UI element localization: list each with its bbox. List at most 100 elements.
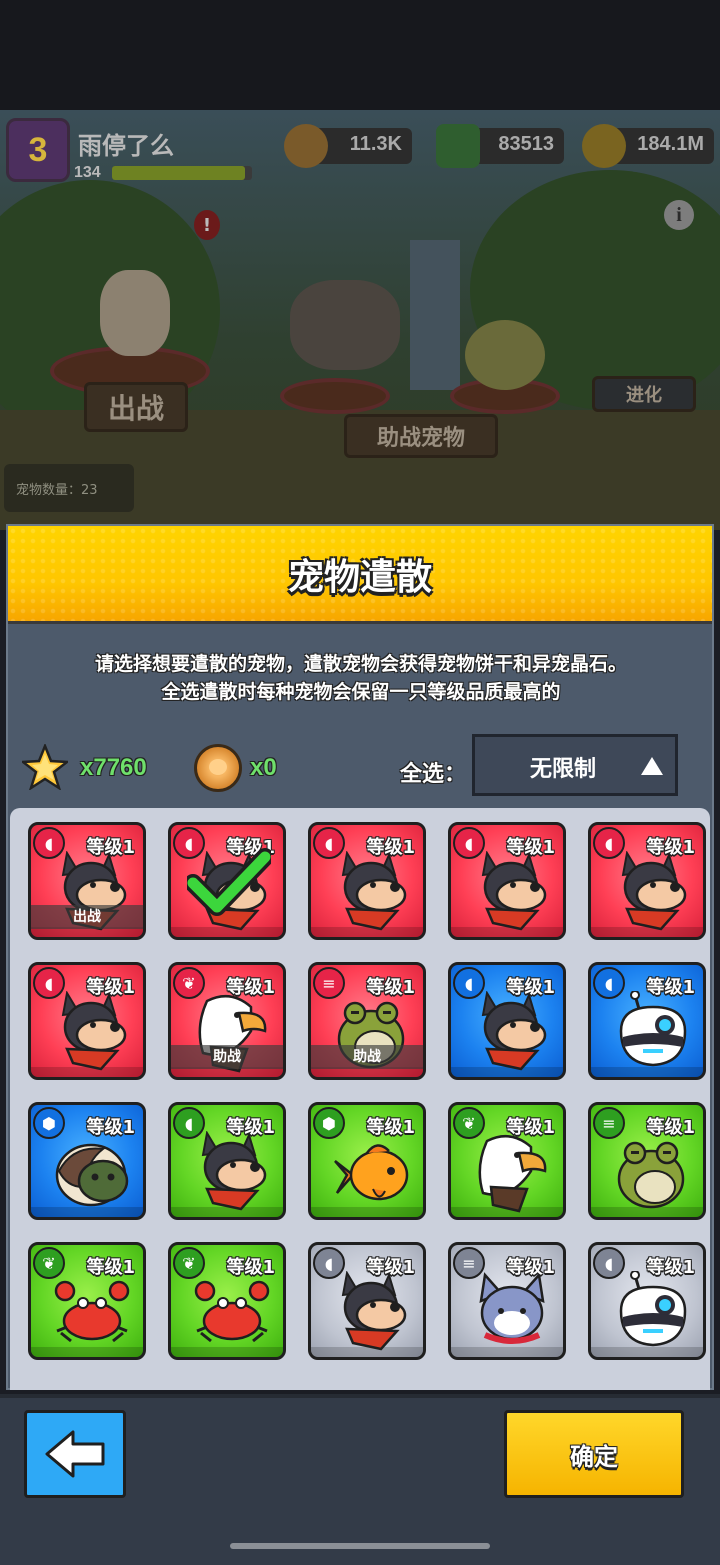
pet-card[interactable]: ◖ 等级1: [588, 962, 706, 1080]
pet-card[interactable]: ◖ 等级1: [448, 962, 566, 1080]
pet-card[interactable]: ◖ 等级1: [168, 1102, 286, 1220]
pet-count: 宠物数量：23: [4, 464, 134, 512]
xp-bar-fill: [112, 166, 245, 180]
dog-paw-icon: ◖: [173, 1107, 205, 1139]
pet-card[interactable]: ◖ 等级1: [168, 822, 286, 940]
dog-paw-icon: ◖: [313, 1247, 345, 1279]
gold-coin-icon: [582, 124, 626, 168]
building: [410, 240, 460, 390]
pet-status-tag: 助战: [311, 1045, 423, 1069]
fight-button[interactable]: 出战: [84, 382, 188, 432]
select-all-value: 无限制: [529, 757, 596, 782]
triangle-up-icon: [641, 757, 663, 775]
evolve-label: 进化: [626, 385, 662, 406]
bird-icon: ❦: [33, 1247, 65, 1279]
scene-eagle: [290, 280, 400, 370]
resource-gem[interactable]: 83513: [436, 124, 564, 168]
pet-level-label: 等级1: [646, 1117, 695, 1138]
dialog-description: 请选择想要遣散的宠物，遣散宠物会获得宠物饼干和异宠晶石。 全选遣散时每种宠物会保…: [18, 650, 704, 706]
home-indicator[interactable]: [230, 1543, 490, 1549]
cookie-coin-icon: [284, 124, 328, 168]
currency-row: x7760 x0 全选： 无限制: [8, 734, 712, 798]
pet-level-label: 等级1: [366, 1117, 415, 1138]
pet-card[interactable]: ❦ 等级1: [168, 1242, 286, 1360]
eagle-pet-icon: [473, 1131, 551, 1213]
info-icon[interactable]: i: [664, 200, 694, 230]
pet-level-label: 等级1: [506, 977, 555, 998]
dog-pet-icon: [613, 850, 691, 933]
pet-card[interactable]: ◖ 等级1: [448, 822, 566, 940]
dog-paw-icon: ◖: [313, 827, 345, 859]
dog-pet-icon: [333, 850, 411, 933]
pet-stump-middle: [280, 378, 390, 414]
pet-level-label: 等级1: [646, 1257, 695, 1278]
resource-gold[interactable]: 184.1M: [582, 124, 714, 168]
fight-button-label: 出战: [107, 392, 164, 425]
dialog-header: 宠物遣散: [8, 526, 712, 624]
pet-card[interactable]: ◖ 等级1: [308, 822, 426, 940]
pet-level-label: 等级1: [506, 1117, 555, 1138]
checkmark-icon: [184, 847, 274, 917]
resource-cookie-value: 11.3K: [349, 133, 402, 155]
pet-list-panel[interactable]: ◖ 等级1 出战 ◖ 等级1 ◖ 等级1 ◖ 等级1 ◖ 等级1 ◖ 等级1 ❦ 等级1 助战 ≡ 等级1 助战 ◖ 等…: [10, 808, 710, 1390]
resource-gem-value: 83513: [498, 133, 554, 155]
pet-level-label: 等级1: [226, 1257, 275, 1278]
pet-card[interactable]: ◖ 等级1: [28, 962, 146, 1080]
dog-paw-icon: ◖: [593, 1247, 625, 1279]
pet-card[interactable]: ◖ 等级1 出战: [28, 822, 146, 940]
pet-card[interactable]: ⬢ 等级1: [308, 1102, 426, 1220]
pet-level-label: 等级1: [86, 977, 135, 998]
pet-level-label: 等级1: [366, 977, 415, 998]
pet-card[interactable]: ≡ 等级1: [588, 1102, 706, 1220]
fish-pet-icon: [333, 1131, 411, 1213]
pet-card[interactable]: ◖ 等级1: [588, 1242, 706, 1360]
select-all-label: 全选：: [400, 762, 467, 787]
dialog-title: 宠物遣散: [287, 557, 432, 598]
dog-pet-icon: [333, 1270, 411, 1353]
scene-frog: [465, 320, 545, 390]
player-level-badge: 3: [28, 130, 48, 169]
pet-level-label: 等级1: [86, 1117, 135, 1138]
scene-dog: [100, 270, 170, 356]
resource-cookie[interactable]: 11.3K: [284, 124, 412, 168]
dog-paw-icon: ◖: [453, 827, 485, 859]
alert-icon: !: [194, 210, 220, 240]
cookie-face: [209, 759, 227, 775]
pet-card[interactable]: ≡ 等级1: [448, 1242, 566, 1360]
pet-card[interactable]: ❦ 等级1: [448, 1102, 566, 1220]
pet-cookie-icon: [194, 744, 242, 792]
pet-card[interactable]: ◖ 等级1: [588, 822, 706, 940]
confirm-button[interactable]: 确定: [504, 1410, 684, 1498]
coin-stack-icon: ≡: [593, 1107, 625, 1139]
pet-level-label: 等级1: [226, 1117, 275, 1138]
dog-pet-icon: [53, 990, 131, 1073]
top-bar: 3 雨停了么 134 11.3K 83513 184.1M: [0, 112, 720, 188]
pet-card[interactable]: ≡ 等级1 助战: [308, 962, 426, 1080]
description-line-1: 请选择想要遣散的宠物，遣散宠物会获得宠物饼干和异宠晶石。: [94, 653, 627, 675]
dog-pet-icon: [473, 850, 551, 933]
select-all-dropdown[interactable]: 无限制: [472, 734, 678, 796]
bird-icon: ❦: [173, 1247, 205, 1279]
pet-card[interactable]: ◖ 等级1: [308, 1242, 426, 1360]
pet-card[interactable]: ❦ 等级1: [28, 1242, 146, 1360]
player-avatar[interactable]: 3: [6, 118, 70, 182]
dog-paw-icon: ◖: [33, 967, 65, 999]
robot-pet-icon: [613, 1270, 691, 1353]
pet-cookie-count: x0: [250, 754, 277, 781]
description-line-2: 全选遣散时每种宠物会保留一只等级品质最高的: [161, 681, 561, 703]
back-button[interactable]: [24, 1410, 126, 1498]
pet-card[interactable]: ⬢ 等级1: [28, 1102, 146, 1220]
pet-status-tag: 出战: [31, 905, 143, 929]
pet-level-label: 等级1: [506, 837, 555, 858]
bird-icon: ❦: [173, 967, 205, 999]
pet-card[interactable]: ❦ 等级1 助战: [168, 962, 286, 1080]
turtle-shell-icon: ⬢: [33, 1107, 65, 1139]
dog-paw-icon: ◖: [593, 967, 625, 999]
pet-level-label: 等级1: [86, 1257, 135, 1278]
evolve-button[interactable]: 进化: [592, 376, 696, 412]
assist-pets-button[interactable]: 助战宠物: [344, 414, 498, 458]
pet-level-label: 等级1: [506, 1257, 555, 1278]
pet-level-label: 等级1: [646, 837, 695, 858]
dog-pet-icon: [473, 990, 551, 1073]
status-bar: [0, 0, 720, 110]
